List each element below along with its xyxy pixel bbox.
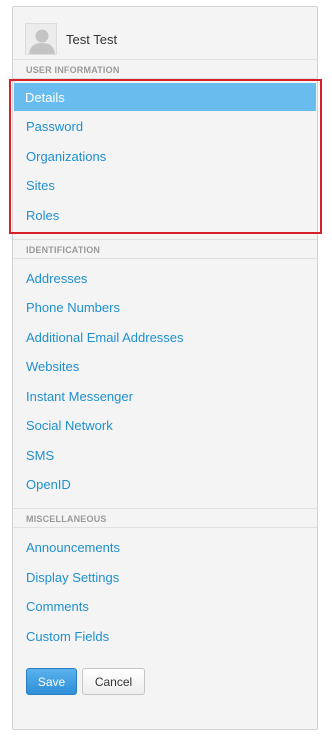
nav-item-instant-messenger[interactable]: Instant Messenger [13,382,317,410]
nav-item-openid[interactable]: OpenID [13,470,317,498]
nav-item-phone-numbers[interactable]: Phone Numbers [13,293,317,321]
nav-item-addresses[interactable]: Addresses [13,264,317,292]
nav-item-roles[interactable]: Roles [13,201,317,229]
avatar [25,23,57,55]
nav-item-display-settings[interactable]: Display Settings [13,563,317,591]
nav-item-websites[interactable]: Websites [13,352,317,380]
nav-item-details[interactable]: Details [14,83,316,111]
nav-item-organizations[interactable]: Organizations [13,142,317,170]
nav-item-announcements[interactable]: Announcements [13,533,317,561]
cancel-button[interactable]: Cancel [82,668,145,695]
user-name: Test Test [66,32,118,47]
save-button[interactable]: Save [26,668,77,695]
nav-item-sms[interactable]: SMS [13,441,317,469]
user-silhouette-icon [26,24,56,54]
nav-item-sites[interactable]: Sites [13,171,317,199]
nav-item-additional-email-addresses[interactable]: Additional Email Addresses [13,323,317,351]
nav-item-custom-fields[interactable]: Custom Fields [13,622,317,650]
section-header-user-information: User Information [13,59,317,79]
nav-item-password[interactable]: Password [13,112,317,140]
section-header-miscellaneous: Miscellaneous [13,508,317,528]
section-header-identification: Identification [13,239,317,259]
nav-item-social-network[interactable]: Social Network [13,411,317,439]
nav-item-comments[interactable]: Comments [13,592,317,620]
